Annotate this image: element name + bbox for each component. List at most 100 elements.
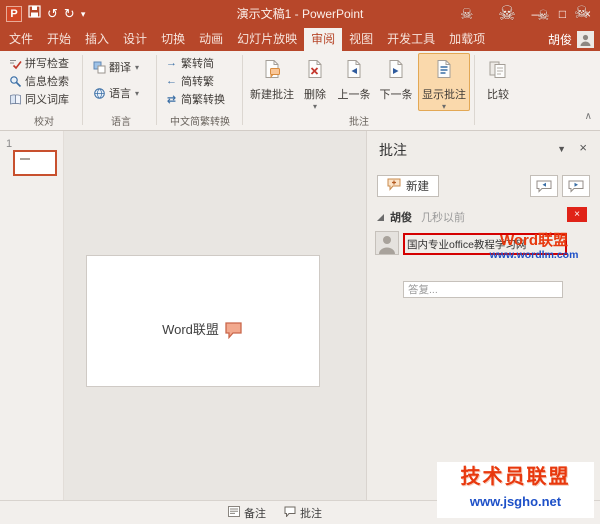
previous-comment-label: 上一条 <box>337 89 371 101</box>
comments-toggle-label: 批注 <box>300 508 322 520</box>
tab-addins[interactable]: 加载项 <box>442 28 492 51</box>
language-globe-icon <box>93 87 106 100</box>
tab-design[interactable]: 设计 <box>116 28 154 51</box>
reply-input[interactable] <box>403 281 563 298</box>
delete-button[interactable]: 删除 ▾ <box>298 53 332 111</box>
chevron-down-icon: ▾ <box>312 102 317 111</box>
window-controls: — □ × <box>525 0 600 28</box>
comments-panel: 批注 ▼ × 新建 胡俊 几秒以前 × 国内专业office教程学习网 Word… <box>366 131 600 500</box>
spell-check-icon <box>9 57 22 70</box>
group-comments: 新建批注 删除 ▾ 上一条 下一条 显示批注 ▾ <box>248 53 472 111</box>
language-button[interactable]: 语言 ▾ <box>90 80 142 106</box>
group-label-language: 语言 <box>111 117 131 128</box>
translate-icon <box>93 61 106 74</box>
tab-slideshow[interactable]: 幻灯片放映 <box>230 28 304 51</box>
ribbon: 拼写检查 信息检索 同义词库 翻译 ▾ 语言 ▾ → 繁转简 ← 简转繁 ⇄ 简… <box>0 51 600 131</box>
language-label: 语言 <box>109 88 131 100</box>
powerpoint-window: P ↺ ↻ ▾ 演示文稿1 - PowerPoint — □ × ☠ ☠ ☠ ☠… <box>0 0 600 524</box>
save-icon[interactable] <box>28 0 41 28</box>
trad-to-simp-label: 繁转简 <box>181 58 214 70</box>
ribbon-tab-bar: 文件 开始 插入 设计 切换 动画 幻灯片放映 审阅 视图 开发工具 加载项 胡… <box>0 28 600 51</box>
next-comment-label: 下一条 <box>379 89 413 101</box>
compare-label: 比较 <box>487 89 509 101</box>
comment-expand-icon[interactable] <box>377 213 384 221</box>
comment-header[interactable]: 胡俊 几秒以前 <box>377 209 465 225</box>
slide[interactable]: Word联盟 <box>86 255 320 387</box>
status-bar-items: 备注 批注 <box>228 501 322 524</box>
tab-file[interactable]: 文件 <box>2 28 40 51</box>
spell-check-label: 拼写检查 <box>25 58 69 70</box>
undo-icon[interactable]: ↺ <box>47 0 58 28</box>
simplified-to-traditional-button[interactable]: ← 简转繁 <box>162 72 228 90</box>
thesaurus-button[interactable]: 同义词库 <box>6 90 72 108</box>
slide-content: Word联盟 <box>162 318 244 339</box>
notes-toggle-button[interactable]: 备注 <box>228 505 266 521</box>
jsgho-watermark: 技术员联盟 www.jsgho.net <box>437 462 594 518</box>
comments-panel-title: 批注 <box>379 142 407 158</box>
powerpoint-logo-icon[interactable]: P <box>6 6 22 22</box>
customize-qat-icon[interactable]: ▾ <box>81 0 86 28</box>
simp-to-trad-icon: ← <box>166 75 177 87</box>
chevron-down-icon: ▾ <box>135 88 140 98</box>
next-comment-button[interactable]: 下一条 <box>376 53 416 111</box>
user-avatar-icon[interactable] <box>577 31 594 48</box>
tab-view[interactable]: 视图 <box>342 28 380 51</box>
spell-check-button[interactable]: 拼写检查 <box>6 54 72 72</box>
chevron-down-icon: ▾ <box>441 102 446 111</box>
previous-comment-button[interactable]: 上一条 <box>334 53 374 111</box>
tab-transitions[interactable]: 切换 <box>154 28 192 51</box>
tab-review[interactable]: 审阅 <box>304 28 343 51</box>
new-comment-button[interactable]: 新建批注 <box>248 53 296 111</box>
group-label-comments: 批注 <box>349 117 369 128</box>
panel-options-icon[interactable]: ▼ <box>557 144 566 154</box>
research-label: 信息检索 <box>25 76 69 88</box>
translate-label: 翻译 <box>109 62 131 74</box>
window-title: 演示文稿1 - PowerPoint <box>236 7 364 21</box>
trad-to-simp-icon: → <box>166 57 177 69</box>
show-comments-icon <box>434 59 454 82</box>
delete-label: 删除 <box>304 89 326 101</box>
convert-label: 简繁转换 <box>181 94 225 106</box>
slide-thumbnail[interactable] <box>13 150 57 176</box>
delete-comment-button[interactable]: × <box>567 207 587 222</box>
redo-icon[interactable]: ↻ <box>64 0 75 28</box>
jsgho-watermark-title: 技术员联盟 <box>460 466 571 488</box>
traditional-to-simplified-button[interactable]: → 繁转简 <box>162 54 228 72</box>
tab-home[interactable]: 开始 <box>40 28 78 51</box>
research-button[interactable]: 信息检索 <box>6 72 72 90</box>
thumbnail-content-hint <box>20 158 30 160</box>
chevron-down-icon: ▾ <box>135 62 140 72</box>
panel-previous-comment-button[interactable] <box>530 175 558 197</box>
panel-new-comment-button[interactable]: 新建 <box>377 175 439 197</box>
simp-to-trad-label: 简转繁 <box>181 76 214 88</box>
panel-close-icon[interactable]: × <box>579 140 587 155</box>
group-label-proofing: 校对 <box>34 117 54 128</box>
maximize-button[interactable]: □ <box>550 0 575 28</box>
comments-toggle-button[interactable]: 批注 <box>284 505 322 521</box>
translate-button[interactable]: 翻译 ▾ <box>90 54 142 80</box>
group-language: 翻译 ▾ 语言 ▾ <box>90 54 142 106</box>
minimize-button[interactable]: — <box>525 0 550 28</box>
slide-text[interactable]: Word联盟 <box>162 319 219 338</box>
group-label-chinese: 中文简繁转换 <box>170 117 230 128</box>
group-separator <box>242 55 243 125</box>
close-button[interactable]: × <box>575 0 600 28</box>
group-chinese-conversion: → 繁转简 ← 简转繁 ⇄ 简繁转换 <box>162 54 228 108</box>
user-name: 胡俊 <box>547 33 572 47</box>
comment-bubble-icon[interactable] <box>224 321 244 342</box>
next-comment-icon <box>386 59 406 82</box>
comments-status-icon <box>284 506 296 520</box>
tab-developer[interactable]: 开发工具 <box>380 28 442 51</box>
simplified-traditional-convert-button[interactable]: ⇄ 简繁转换 <box>162 90 228 108</box>
panel-next-comment-button[interactable] <box>562 175 590 197</box>
show-comments-button[interactable]: 显示批注 ▾ <box>418 53 470 111</box>
title-bar: P ↺ ↻ ▾ 演示文稿1 - PowerPoint — □ × ☠ ☠ ☠ ☠ <box>0 0 600 28</box>
new-comment-bubble-icon <box>387 178 401 194</box>
comment-timestamp: 几秒以前 <box>421 212 465 224</box>
tab-insert[interactable]: 插入 <box>78 28 116 51</box>
compare-button[interactable]: 比较 <box>478 53 518 111</box>
account-area[interactable]: 胡俊 <box>548 28 600 51</box>
collapse-ribbon-icon[interactable]: ∧ <box>585 111 592 122</box>
tab-animations[interactable]: 动画 <box>192 28 230 51</box>
slide-editing-area: Word联盟 <box>64 131 366 500</box>
